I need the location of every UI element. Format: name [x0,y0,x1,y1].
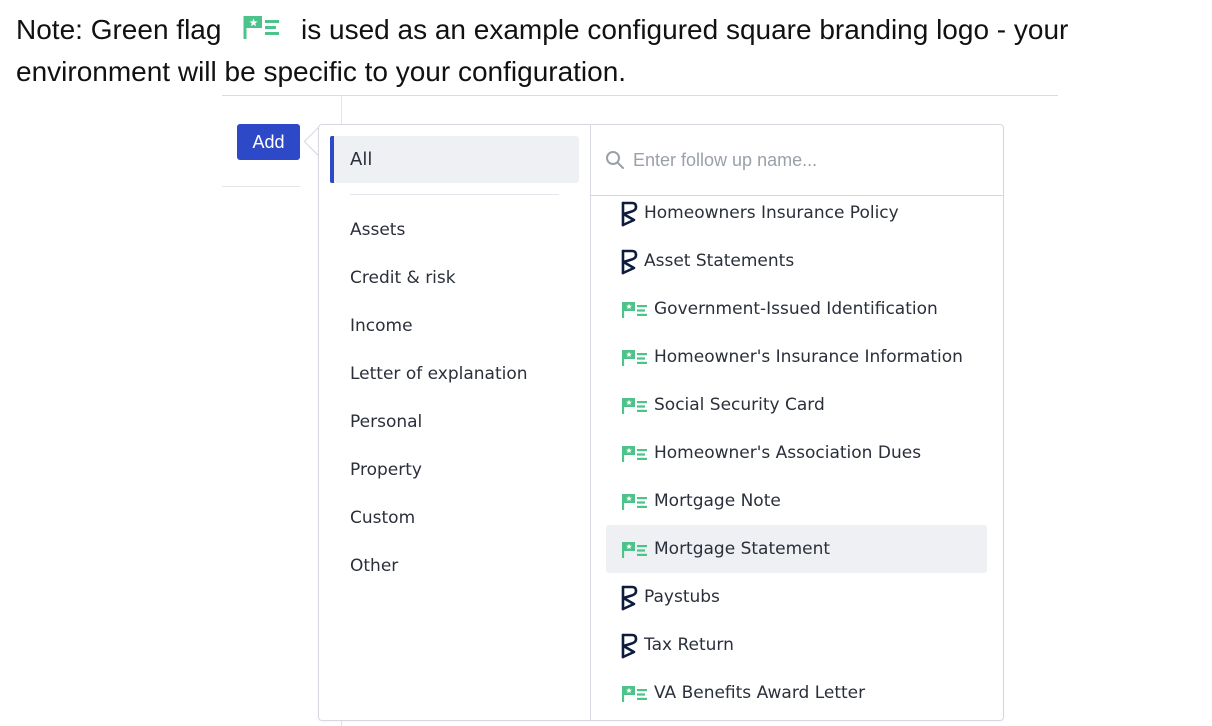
follow-up-item[interactable]: Social Security Card [606,381,987,429]
category-item-all[interactable]: All [330,136,579,183]
follow-up-item[interactable]: Homeowner's Insurance Information [606,333,987,381]
add-button[interactable]: Add [237,124,300,160]
search-input[interactable] [633,141,983,179]
follow-up-item[interactable]: Asset Statements [606,237,987,285]
follow-up-label: Asset Statements [644,251,795,271]
follow-up-item[interactable]: Homeowners Insurance Policy [606,196,987,237]
search-bar [591,125,1003,196]
brand-b-logo-icon [620,249,638,280]
brand-b-logo-icon [620,585,638,616]
follow-up-label: Mortgage Statement [654,539,831,559]
category-item-credit-risk[interactable]: Credit & risk [319,254,590,302]
note-text-before: Note: Green flag [16,14,222,45]
follow-up-label: Mortgage Note [654,491,781,511]
follow-up-label: Paystubs [644,587,720,607]
follow-up-popover: All Assets Credit & risk Income Letter o… [318,124,1004,721]
green-flag-logo-icon [621,445,648,468]
category-item-letter-of-explanation[interactable]: Letter of explanation [319,350,590,398]
category-item-custom[interactable]: Custom [319,494,590,542]
follow-up-label: Government-Issued Identification [654,299,938,319]
follow-up-label: VA Benefits Award Letter [654,683,866,703]
category-item-other[interactable]: Other [319,542,590,590]
category-item-property[interactable]: Property [319,446,590,494]
follow-up-label: Homeowner's Insurance Information [654,347,963,367]
category-label-all: All [350,149,373,170]
category-item-personal[interactable]: Personal [319,398,590,446]
category-item-assets[interactable]: Assets [319,206,590,254]
category-column: All Assets Credit & risk Income Letter o… [319,125,591,720]
brand-b-logo-icon [620,633,638,664]
note-text: Note: Green flag is used as an example c… [16,10,1196,92]
green-flag-logo-icon [621,301,648,324]
follow-up-label: Homeowner's Association Dues [654,443,922,463]
search-icon [605,150,625,170]
category-list: Assets Credit & risk Income Letter of ex… [319,206,590,590]
green-flag-logo-icon [621,397,648,420]
active-indicator [330,136,334,183]
follow-up-list[interactable]: Homeowners Insurance Policy Asset Stateme… [591,196,1003,719]
category-divider [350,194,559,195]
green-flag-logo-icon [621,349,648,372]
divider-left [222,186,300,187]
follow-up-item[interactable]: Paystubs [606,573,987,621]
divider-top [222,95,1058,96]
green-flag-logo-icon [621,493,648,516]
follow-up-item[interactable]: Mortgage Note [606,477,987,525]
green-flag-icon [243,12,281,52]
follow-up-item[interactable]: Homeowner's Association Dues [606,429,987,477]
follow-up-item[interactable]: VA Benefits Award Letter [606,669,987,717]
brand-b-logo-icon [620,201,638,232]
follow-up-item[interactable]: Tax Return [606,621,987,669]
follow-up-column: Homeowners Insurance Policy Asset Stateme… [591,125,1003,720]
follow-up-item[interactable]: Mortgage Statement [606,525,987,573]
follow-up-item[interactable]: Government-Issued Identification [606,285,987,333]
category-item-income[interactable]: Income [319,302,590,350]
green-flag-logo-icon [621,541,648,564]
follow-up-label: Homeowners Insurance Policy [644,203,899,223]
green-flag-logo-icon [621,685,648,708]
follow-up-label: Tax Return [644,635,734,655]
follow-up-label: Social Security Card [654,395,825,415]
